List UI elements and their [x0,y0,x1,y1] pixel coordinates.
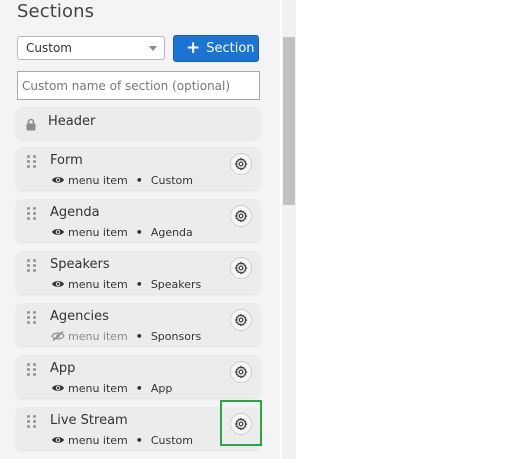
section-item[interactable]: App menu item • App [16,355,260,398]
section-type-select[interactable]: Custom [17,36,165,60]
section-name-input[interactable] [17,71,260,100]
section-settings-button[interactable] [230,205,252,227]
section-item[interactable]: Agenda menu item • Agenda [16,199,260,242]
bullet-separator: • [135,226,143,239]
bullet-separator: • [135,174,143,187]
eye-icon[interactable] [51,383,65,396]
highlight-box [220,400,262,446]
menu-item-label: menu item [68,382,128,395]
bullet-separator: • [135,278,143,291]
section-meta: menu item • Custom [51,174,193,188]
add-section-button-label: Section [206,41,255,56]
section-name: App [50,361,76,376]
header-section-label: Header [48,114,96,129]
section-settings-button[interactable] [230,309,252,331]
drag-handle-icon[interactable] [27,207,36,220]
section-item[interactable]: Agencies menu item • Sponsors [16,303,260,346]
drag-handle-icon[interactable] [27,155,36,168]
panel-title: Sections [17,1,95,22]
section-settings-button[interactable] [230,361,252,383]
gear-icon [234,209,248,223]
gear-icon [234,313,248,327]
gear-icon [234,261,248,275]
add-section-button[interactable]: + Section [173,35,259,62]
plus-icon: + [186,38,201,58]
section-type-label: Speakers [150,278,202,291]
drag-handle-icon[interactable] [27,415,36,428]
section-meta: menu item • Sponsors [51,330,201,344]
section-meta: menu item • Speakers [51,278,201,292]
bullet-separator: • [135,434,143,447]
section-type-label: Custom [150,434,193,447]
section-settings-button[interactable] [230,257,252,279]
eye-icon[interactable] [51,279,65,292]
drag-handle-icon[interactable] [27,259,36,272]
bullet-separator: • [135,330,143,343]
scrollbar[interactable] [282,0,296,459]
section-item[interactable]: Speakers menu item • Speakers [16,251,260,294]
section-name: Agenda [50,205,100,220]
section-name: Agencies [50,309,109,324]
bullet-separator: • [135,382,143,395]
menu-item-label: menu item [68,434,128,447]
section-type-label: Custom [150,174,193,187]
section-type-label: Sponsors [150,330,202,343]
menu-item-label: menu item [68,226,128,239]
eye-slash-icon[interactable] [51,330,65,344]
section-type-label: App [150,382,173,395]
gear-icon [234,157,248,171]
sections-panel: Sections Custom + Section Header Form men… [0,0,280,459]
eye-icon[interactable] [51,435,65,448]
eye-icon[interactable] [51,175,65,188]
lock-icon [25,116,37,135]
header-section-item[interactable]: Header [16,107,260,139]
menu-item-label: menu item [68,174,128,187]
section-name: Form [50,153,83,168]
menu-item-label: menu item [68,278,128,291]
section-name: Live Stream [50,413,128,428]
section-name: Speakers [50,257,110,272]
eye-icon[interactable] [51,227,65,240]
scrollbar-thumb[interactable] [283,37,295,205]
section-meta: menu item • App [51,382,172,396]
menu-item-label: menu item [68,330,128,343]
section-item[interactable]: Form menu item • Custom [16,147,260,190]
section-meta: menu item • Custom [51,434,193,448]
section-type-label: Agenda [150,226,193,239]
gear-icon [234,365,248,379]
drag-handle-icon[interactable] [27,311,36,324]
section-meta: menu item • Agenda [51,226,193,240]
drag-handle-icon[interactable] [27,363,36,376]
section-type-select-value: Custom [26,41,72,55]
section-settings-button[interactable] [230,153,252,175]
chevron-down-icon [149,46,157,51]
